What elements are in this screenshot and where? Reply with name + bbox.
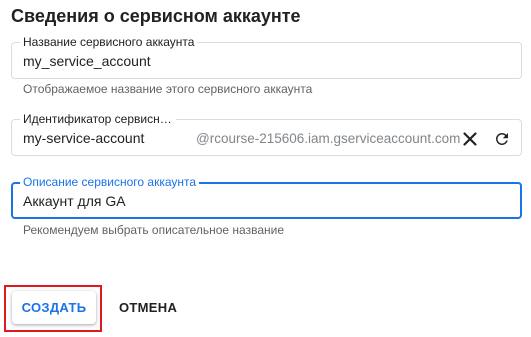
refresh-icon (495, 132, 508, 145)
cancel-button[interactable]: ОТМЕНА (113, 291, 183, 324)
service-account-email-suffix: @rcourse-215606.iam.gserviceaccount.com (196, 131, 461, 146)
service-account-name-input[interactable]: my_service_account (23, 52, 151, 70)
service-account-description-input[interactable]: Аккаунт для GA (23, 192, 126, 210)
service-account-description-label: Описание сервисного аккаунта (20, 175, 200, 189)
close-icon (463, 132, 477, 146)
service-account-name-hint: Отображаемое название этого сервисного а… (23, 82, 313, 96)
service-account-id-label: Идентификатор сервисного аккаунта (20, 112, 176, 126)
service-account-name-field[interactable]: Название сервисного аккаунта my_service_… (11, 35, 522, 79)
service-account-name-label: Название сервисного аккаунта (20, 35, 198, 49)
regenerate-id-button[interactable] (491, 128, 513, 150)
service-account-id-field[interactable]: Идентификатор сервисного аккаунта my-ser… (11, 112, 522, 156)
service-account-description-field[interactable]: Описание сервисного аккаунта Аккаунт для… (11, 175, 522, 219)
service-account-id-input[interactable]: my-service-account (23, 129, 144, 147)
page-title: Сведения о сервисном аккаунте (11, 6, 301, 26)
create-button[interactable]: СОЗДАТЬ (12, 291, 96, 324)
service-account-description-hint: Рекомендуем выбрать описательное названи… (23, 223, 284, 237)
clear-id-button[interactable] (459, 128, 481, 150)
